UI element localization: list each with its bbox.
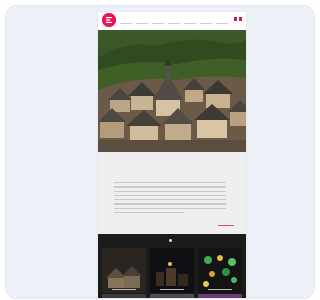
welcome-section bbox=[98, 152, 246, 234]
nav-item-7[interactable] bbox=[216, 18, 228, 24]
text-line bbox=[114, 190, 226, 192]
website-preview[interactable] bbox=[98, 12, 246, 298]
tile-row-2[interactable] bbox=[150, 294, 194, 298]
text-line bbox=[114, 212, 184, 214]
main-nav bbox=[120, 18, 234, 24]
site-header bbox=[98, 12, 246, 30]
read-more-link[interactable] bbox=[218, 224, 234, 226]
tile-night[interactable] bbox=[150, 248, 194, 293]
text-line bbox=[114, 199, 226, 201]
text-line bbox=[114, 186, 226, 188]
nav-item-6[interactable] bbox=[200, 18, 212, 24]
brand-logo-icon[interactable] bbox=[102, 13, 116, 27]
text-line bbox=[114, 203, 226, 205]
nav-item-2[interactable] bbox=[136, 18, 148, 24]
section-dot bbox=[169, 239, 172, 242]
flag-icon[interactable] bbox=[234, 17, 237, 21]
preview-card bbox=[5, 5, 315, 299]
tile-village[interactable] bbox=[102, 248, 146, 293]
tile-caption-line bbox=[160, 289, 184, 290]
text-line bbox=[114, 207, 226, 210]
tile-row-2[interactable] bbox=[102, 294, 146, 298]
welcome-text bbox=[114, 182, 226, 216]
nav-item-3[interactable] bbox=[152, 18, 164, 24]
tile-caption-line bbox=[208, 289, 232, 290]
nav-item-1[interactable] bbox=[120, 18, 132, 24]
tile-caption-line bbox=[112, 289, 136, 290]
nav-item-4[interactable] bbox=[168, 18, 180, 24]
nav-item-5[interactable] bbox=[184, 18, 196, 24]
text-line bbox=[114, 182, 226, 184]
tile-row-2[interactable] bbox=[198, 294, 242, 298]
text-line bbox=[114, 194, 226, 197]
hero-image bbox=[98, 30, 246, 155]
flag-icon[interactable] bbox=[239, 17, 242, 21]
tiles-grid bbox=[98, 234, 246, 298]
tile-lights[interactable] bbox=[198, 248, 242, 293]
